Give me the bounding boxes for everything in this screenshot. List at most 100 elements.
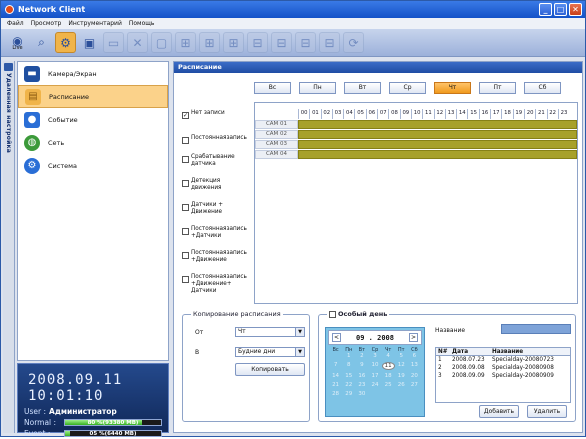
layout-16-button[interactable]: ⊞	[223, 32, 244, 53]
next-month-button[interactable]: >	[409, 333, 418, 342]
nav-item-camera-screen[interactable]: ▬ Камера/Экран	[18, 62, 168, 85]
remote-setup-tab[interactable]: Удаленная настройка	[3, 61, 15, 433]
calendar-day[interactable]: 19	[395, 373, 408, 379]
calendar-day[interactable]: 20	[408, 373, 421, 379]
calendar-day[interactable]: 18	[382, 373, 395, 379]
layout-13-button[interactable]: ⊟	[319, 32, 340, 53]
day-tab[interactable]: Вс	[254, 82, 291, 94]
calendar-day[interactable]: 7	[329, 362, 342, 370]
calendar-day[interactable]: 30	[355, 391, 368, 397]
nav-item-system[interactable]: ⚙ Система	[18, 154, 168, 177]
calendar-day[interactable]: 22	[342, 382, 355, 388]
calendar-day[interactable]: 25	[382, 382, 395, 388]
table-row[interactable]: 2 2008.09.08 Specialday-20080908	[436, 364, 570, 372]
minimize-button[interactable]: _	[539, 3, 552, 16]
option-checkbox[interactable]	[182, 137, 189, 144]
table-row[interactable]: 3 2008.09.09 Specialday-20080909	[436, 372, 570, 380]
calendar-day[interactable]: 1	[342, 353, 355, 359]
maximize-button[interactable]: □	[554, 3, 567, 16]
copy-button[interactable]: Копировать	[235, 363, 305, 376]
special-day-checkbox[interactable]	[329, 310, 336, 318]
record-option[interactable]: Датчики + Движение	[182, 202, 252, 216]
calendar-day[interactable]: 2	[355, 353, 368, 359]
calendar-day[interactable]: 10	[368, 362, 381, 370]
nav-item-event[interactable]: ● Событие	[18, 108, 168, 131]
layout-8-button[interactable]: ⊟	[271, 32, 292, 53]
option-checkbox[interactable]	[182, 156, 189, 163]
option-checkbox[interactable]	[182, 180, 189, 187]
option-checkbox[interactable]	[182, 276, 189, 283]
calendar-day[interactable]: 14	[329, 373, 342, 379]
calendar-day[interactable]: 12	[395, 362, 408, 370]
option-checkbox[interactable]	[182, 204, 189, 211]
prev-month-button[interactable]: <	[332, 333, 341, 342]
layout-1-button[interactable]: ▢	[151, 32, 172, 53]
option-checkbox[interactable]: ✓	[182, 112, 189, 119]
close-button[interactable]: ✕	[569, 3, 582, 16]
title-bar: Network Client _ □ ✕	[1, 1, 585, 18]
nav-item-schedule[interactable]: ▤ Расписание	[18, 85, 168, 108]
record-option[interactable]: ✓ Нет записи	[182, 110, 252, 119]
menu-help[interactable]: Помощь	[129, 20, 155, 27]
record-option[interactable]: Постояннаязапись +Движение	[182, 250, 252, 264]
setup-button[interactable]: ⚙	[55, 32, 76, 53]
record-option[interactable]: Срабатывание датчика	[182, 154, 252, 168]
menu-tools[interactable]: Инструментарий	[68, 20, 121, 27]
calendar-day[interactable]: 16	[355, 373, 368, 379]
calendar-day[interactable]: 21	[329, 382, 342, 388]
record-option[interactable]: Постояннаязапись +Движение+ Датчики	[182, 274, 252, 295]
layout-9-button[interactable]: ⊞	[199, 32, 220, 53]
name-input[interactable]	[501, 324, 571, 334]
calendar-day[interactable]: 8	[342, 362, 355, 370]
calendar-day[interactable]: 27	[408, 382, 421, 388]
day-tab[interactable]: Сб	[524, 82, 561, 94]
day-tab[interactable]: Пн	[299, 82, 336, 94]
display-button[interactable]: ▣	[79, 32, 100, 53]
calendar-day[interactable]: 5	[395, 353, 408, 359]
calendar-day[interactable]: 17	[368, 373, 381, 379]
copy-from-select[interactable]: Чт ▼	[235, 327, 305, 337]
calendar-day[interactable]: 3	[368, 353, 381, 359]
menu-file[interactable]: Файл	[7, 20, 24, 27]
record-option[interactable]: Детекция движения	[182, 178, 252, 192]
camera-schedule-bar[interactable]	[298, 120, 577, 129]
menu-view[interactable]: Просмотр	[31, 20, 62, 27]
record-option[interactable]: Постояннаязапись +Датчики	[182, 226, 252, 240]
option-checkbox[interactable]	[182, 228, 189, 235]
day-tab[interactable]: Ср	[389, 82, 426, 94]
layout-4-button[interactable]: ⊞	[175, 32, 196, 53]
datetime-display: 2008.09.11 10:01:10	[28, 372, 123, 404]
option-checkbox[interactable]	[182, 252, 189, 259]
calendar-day[interactable]: 24	[368, 382, 381, 388]
calendar-day[interactable]: 26	[395, 382, 408, 388]
cancel-button[interactable]: ✕	[127, 32, 148, 53]
calendar-day[interactable]: 4	[382, 353, 395, 359]
camera-schedule-bar[interactable]	[298, 130, 577, 139]
day-tab[interactable]: Вт	[344, 82, 381, 94]
live-view-button[interactable]: ◉ Live	[7, 32, 28, 53]
calendar-day[interactable]: 28	[329, 391, 342, 397]
delete-button[interactable]: Удалить	[527, 405, 567, 418]
layout-10-button[interactable]: ⊟	[295, 32, 316, 53]
calendar-day[interactable]: 11	[381, 362, 395, 370]
calendar-day[interactable]: 13	[408, 362, 421, 370]
day-tab[interactable]: Пт	[479, 82, 516, 94]
copy-to-select[interactable]: Будние дни ▼	[235, 347, 305, 357]
day-tab[interactable]: Чт	[434, 82, 471, 94]
calendar-day[interactable]: 15	[342, 373, 355, 379]
record-option[interactable]: Постояннаязапись	[182, 135, 252, 144]
camera-schedule-bar[interactable]	[298, 150, 577, 159]
schedule-grid[interactable]: 00 01 02 03 04 05 06 07 08 09 10 11 12 13 14 15 16 17 18 19…	[254, 102, 578, 304]
table-row[interactable]: 1 2008.07.23 Specialday-20080723	[436, 356, 570, 364]
calendar-day[interactable]: 9	[355, 362, 368, 370]
sequence-button[interactable]: ⟳	[343, 32, 364, 53]
calendar-day[interactable]: 6	[408, 353, 421, 359]
nav-item-network[interactable]: ◍ Сеть	[18, 131, 168, 154]
camera-schedule-bar[interactable]	[298, 140, 577, 149]
search-button[interactable]: ⌕	[31, 32, 52, 53]
layout-6-button[interactable]: ⊟	[247, 32, 268, 53]
calendar-day[interactable]: 29	[342, 391, 355, 397]
add-button[interactable]: Добавить	[479, 405, 519, 418]
window-button[interactable]: ▭	[103, 32, 124, 53]
calendar-day[interactable]: 23	[355, 382, 368, 388]
